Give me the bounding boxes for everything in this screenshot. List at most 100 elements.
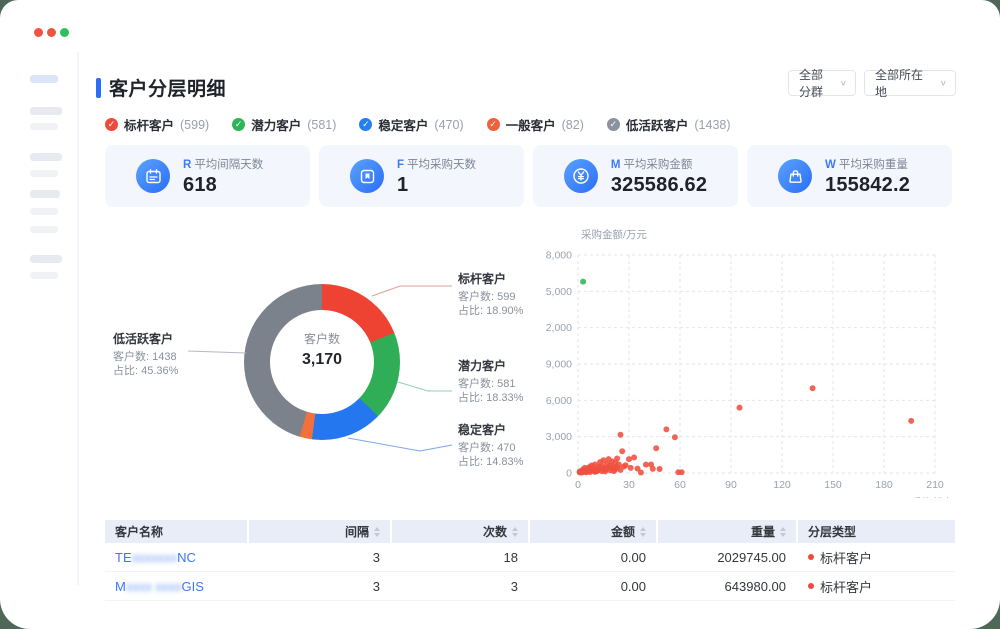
tier-badge: 标杆客户 <box>808 577 945 596</box>
svg-text:210: 210 <box>926 479 944 491</box>
column-header-times-sort[interactable]: 次数 <box>392 520 528 543</box>
page-title: 客户分层明细 <box>109 74 226 101</box>
page-header: 客户分层明细 <box>96 74 226 101</box>
sidebar-skeleton-item <box>30 107 62 115</box>
donut-center-value: 3,170 <box>244 351 400 369</box>
svg-text:3,000: 3,000 <box>546 431 572 443</box>
kpi-cards: R平均间隔天数 618 F平均采购天数 1 M平均采购金额 325586.62 <box>105 145 952 207</box>
title-accent-bar <box>96 78 101 98</box>
tier-dot-icon <box>808 554 814 560</box>
legend-count: (581) <box>307 118 336 132</box>
legend-item-general[interactable]: ✓ 一般客户 (82) <box>487 115 584 134</box>
yuan-coin-icon <box>564 159 598 193</box>
column-header-amount-sort[interactable]: 金额 <box>530 520 656 543</box>
cell-times: 18 <box>392 550 528 565</box>
sidebar-skeleton-item <box>30 272 58 279</box>
check-circle-icon: ✓ <box>487 118 500 131</box>
svg-text:30: 30 <box>623 479 635 491</box>
column-header-interval-sort[interactable]: 间隔 <box>249 520 390 543</box>
legend-label: 标杆客户 <box>124 115 174 134</box>
customer-table: 客户名称 间隔 次数 金额 重量 分层类型 TExxxxxxxNC 3 18 0… <box>105 520 955 601</box>
location-filter-value: 全部所在地 <box>875 66 934 100</box>
check-circle-icon: ✓ <box>607 118 620 131</box>
legend-label: 低活跃客户 <box>626 115 689 134</box>
cell-interval: 3 <box>249 579 390 594</box>
cell-weight: 643980.00 <box>658 579 796 594</box>
bookmark-icon <box>350 159 384 193</box>
column-header-weight-sort[interactable]: 重量 <box>658 520 796 543</box>
callout-low-active: 低活跃客户 客户数: 1438 占比: 45.36% <box>113 330 223 378</box>
check-circle-icon: ✓ <box>232 118 245 131</box>
svg-text:120: 120 <box>773 479 791 491</box>
sidebar-skeleton-item <box>30 190 60 198</box>
legend-item-potential[interactable]: ✓ 潜力客户 (581) <box>232 115 336 134</box>
sort-icon <box>780 527 786 537</box>
svg-text:12,000: 12,000 <box>545 322 572 334</box>
sidebar-skeleton-item <box>30 75 58 83</box>
table-row[interactable]: TExxxxxxxNC 3 18 0.00 2029745.00 标杆客户 <box>105 543 955 572</box>
sort-icon <box>640 527 646 537</box>
kpi-value: 325586.62 <box>611 174 707 197</box>
sidebar-skeleton-item <box>30 153 62 161</box>
legend-item-stable[interactable]: ✓ 稳定客户 (470) <box>359 115 463 134</box>
group-filter-select[interactable]: 全部分群 ∨ <box>788 70 856 96</box>
kpi-card-avg-purchase-weight: W平均采购重量 155842.2 <box>747 145 952 207</box>
check-circle-icon: ✓ <box>359 118 372 131</box>
kpi-value: 618 <box>183 174 279 197</box>
window-controls <box>34 28 69 37</box>
sidebar-skeleton-item <box>30 170 58 177</box>
svg-text:6,000: 6,000 <box>546 395 572 407</box>
kpi-label: R平均间隔天数 <box>183 156 279 172</box>
masked-text: xxxx xxxx <box>126 579 182 594</box>
kpi-card-avg-purchase-days: F平均采购天数 1 <box>319 145 524 207</box>
calendar-icon <box>136 159 170 193</box>
legend-item-low-active[interactable]: ✓ 低活跃客户 (1438) <box>607 115 731 134</box>
kpi-label: M平均采购金额 <box>611 156 707 172</box>
cell-amount: 0.00 <box>530 550 656 565</box>
customer-name-link[interactable]: Mxxxx xxxxGIS <box>115 579 204 594</box>
svg-text:90: 90 <box>725 479 737 491</box>
kpi-card-avg-purchase-amount: M平均采购金额 325586.62 <box>533 145 738 207</box>
minimize-window-button[interactable] <box>47 28 56 37</box>
svg-text:18,000: 18,000 <box>545 250 572 262</box>
legend-item-benchmark[interactable]: ✓ 标杆客户 (599) <box>105 115 209 134</box>
check-circle-icon: ✓ <box>105 118 118 131</box>
purchase-frequency-amount-scatter-chart: 030609012015018021003,0006,0009,00012,00… <box>545 226 960 498</box>
location-filter-select[interactable]: 全部所在地 ∨ <box>864 70 956 96</box>
legend-count: (599) <box>180 118 209 132</box>
close-window-button[interactable] <box>34 28 43 37</box>
svg-text:0: 0 <box>575 479 581 491</box>
kpi-label: W平均采购重量 <box>825 156 921 172</box>
kpi-card-avg-interval-days: R平均间隔天数 618 <box>105 145 310 207</box>
svg-text:9,000: 9,000 <box>546 359 572 371</box>
legend-count: (470) <box>434 118 463 132</box>
cell-interval: 3 <box>249 550 390 565</box>
svg-text:采购频次: 采购频次 <box>911 496 953 498</box>
segment-legend: ✓ 标杆客户 (599) ✓ 潜力客户 (581) ✓ 稳定客户 (470) ✓… <box>105 115 731 134</box>
masked-text: xxxxxxx <box>132 550 178 565</box>
table-row[interactable]: Mxxxx xxxxGIS 3 3 0.00 643980.00 标杆客户 <box>105 572 955 601</box>
app-window: 客户分层明细 全部分群 ∨ 全部所在地 ∨ ✓ 标杆客户 (599) ✓ 潜力客… <box>0 0 1000 629</box>
kpi-label: F平均采购天数 <box>397 156 493 172</box>
table-header: 客户名称 间隔 次数 金额 重量 分层类型 <box>105 520 955 543</box>
sort-icon <box>512 527 518 537</box>
sort-icon <box>374 527 380 537</box>
legend-count: (1438) <box>694 118 730 132</box>
svg-text:60: 60 <box>674 479 686 491</box>
tier-dot-icon <box>808 583 814 589</box>
sidebar-skeleton-item <box>30 255 62 263</box>
sidebar-divider <box>77 52 79 585</box>
cell-amount: 0.00 <box>530 579 656 594</box>
customer-name-link[interactable]: TExxxxxxxNC <box>115 550 196 565</box>
sidebar-skeleton-item <box>30 226 58 233</box>
svg-text:0: 0 <box>566 468 572 480</box>
legend-label: 一般客户 <box>506 115 556 134</box>
donut-center-title: 客户数 <box>244 330 400 347</box>
chevron-down-icon: ∨ <box>840 79 847 88</box>
svg-text:180: 180 <box>875 479 893 491</box>
legend-label: 潜力客户 <box>251 115 301 134</box>
zoom-window-button[interactable] <box>60 28 69 37</box>
legend-count: (82) <box>562 118 584 132</box>
sidebar-skeleton-item <box>30 208 58 215</box>
sidebar-skeleton-item <box>30 123 58 130</box>
